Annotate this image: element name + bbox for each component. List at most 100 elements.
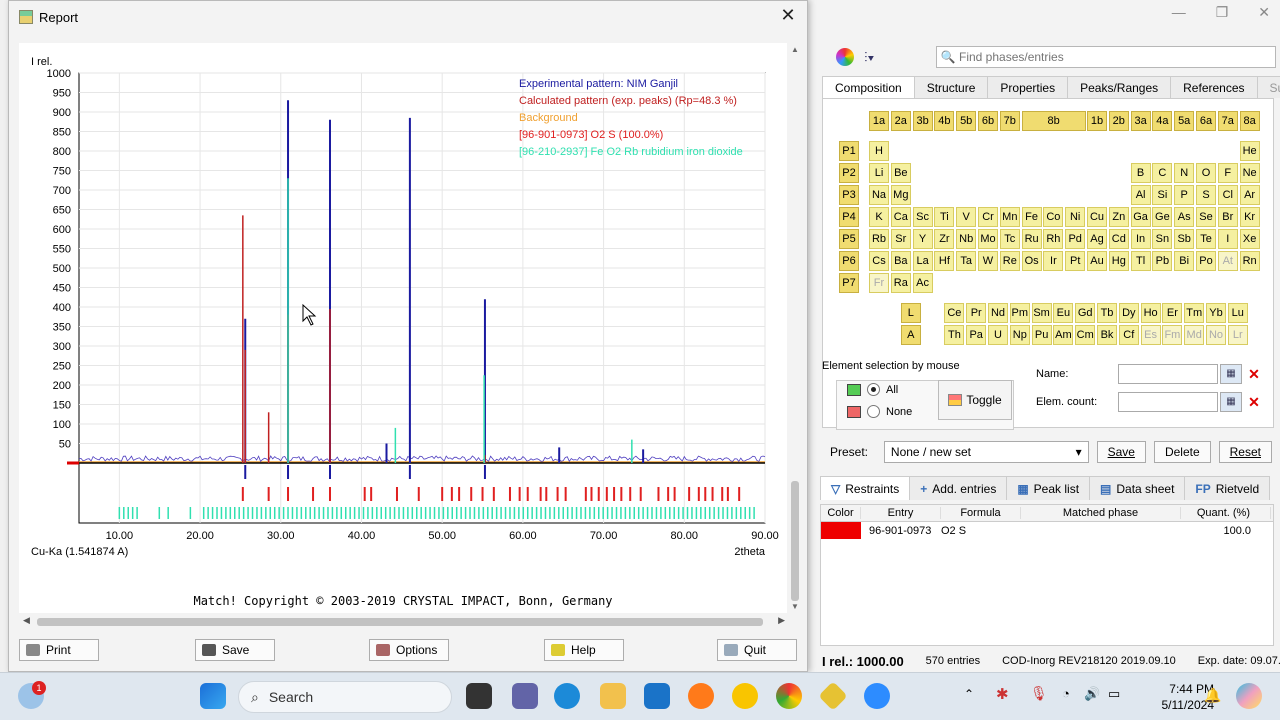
group-header-4a[interactable]: 4a: [1152, 111, 1173, 131]
element-He[interactable]: He: [1239, 141, 1260, 161]
period-label-P4[interactable]: P4: [839, 207, 859, 227]
col-matched-phase[interactable]: Matched phase: [1021, 507, 1181, 519]
element-Pd[interactable]: Pd: [1065, 229, 1086, 249]
col-entry[interactable]: Entry: [861, 507, 941, 519]
help-button[interactable]: Help: [544, 639, 624, 661]
element-Ho[interactable]: Ho: [1140, 303, 1161, 323]
element-Xe[interactable]: Xe: [1239, 229, 1260, 249]
element-Zr[interactable]: Zr: [934, 229, 955, 249]
element-K[interactable]: K: [869, 207, 889, 227]
element-Np[interactable]: Np: [1009, 325, 1030, 345]
group-header-7a[interactable]: 7a: [1217, 111, 1238, 131]
element-Mn[interactable]: Mn: [999, 207, 1020, 227]
element-Md[interactable]: Md: [1184, 325, 1205, 345]
close-icon[interactable]: ✕: [777, 5, 799, 26]
preset-select[interactable]: None / new set ▾: [883, 441, 1089, 463]
element-Ag[interactable]: Ag: [1087, 229, 1107, 249]
radio-all-row[interactable]: All: [847, 383, 898, 396]
period-label-P3[interactable]: P3: [839, 185, 859, 205]
element-Os[interactable]: Os: [1021, 251, 1042, 271]
horizontal-scrollbar[interactable]: ◀ ▶: [19, 615, 789, 629]
element-Bk[interactable]: Bk: [1097, 325, 1117, 345]
period-label-P1[interactable]: P1: [839, 141, 859, 161]
element-Ca[interactable]: Ca: [890, 207, 911, 227]
group-header-2a[interactable]: 2a: [890, 111, 911, 131]
element-Pr[interactable]: Pr: [966, 303, 987, 323]
group-header-6b[interactable]: 6b: [978, 111, 998, 131]
element-Ru[interactable]: Ru: [1021, 229, 1042, 249]
element-Cu[interactable]: Cu: [1087, 207, 1107, 227]
element-Ra[interactable]: Ra: [890, 273, 911, 293]
group-header-1b[interactable]: 1b: [1087, 111, 1107, 131]
element-Pu[interactable]: Pu: [1031, 325, 1052, 345]
element-Sb[interactable]: Sb: [1174, 229, 1195, 249]
col-color[interactable]: Color: [821, 507, 861, 519]
period-label-P7[interactable]: P7: [839, 273, 859, 293]
element-Ne[interactable]: Ne: [1239, 163, 1260, 183]
clear-icon[interactable]: ✕: [1244, 392, 1264, 412]
tray-chevron-icon[interactable]: ⌃: [964, 687, 974, 701]
element-Ni[interactable]: Ni: [1065, 207, 1086, 227]
element-Pb[interactable]: Pb: [1152, 251, 1173, 271]
quit-button[interactable]: Quit: [717, 639, 797, 661]
element-Er[interactable]: Er: [1162, 303, 1183, 323]
element-Kr[interactable]: Kr: [1239, 207, 1260, 227]
tab-add-entries[interactable]: + Add. entries: [909, 476, 1008, 500]
scroll-thumb[interactable]: [791, 481, 799, 601]
microphone-icon[interactable]: 🎙: [1030, 685, 1048, 702]
name-field[interactable]: [1118, 364, 1218, 384]
element-Tc[interactable]: Tc: [999, 229, 1020, 249]
copilot-icon[interactable]: [1236, 683, 1262, 709]
tab-data-sheet[interactable]: ▤ Data sheet: [1089, 476, 1186, 500]
options-button[interactable]: Options: [369, 639, 449, 661]
series-label-A[interactable]: A: [900, 325, 921, 345]
element-Pa[interactable]: Pa: [966, 325, 987, 345]
preset-delete-button[interactable]: Delete: [1153, 441, 1211, 463]
element-F[interactable]: F: [1217, 163, 1238, 183]
element-Tl[interactable]: Tl: [1130, 251, 1151, 271]
element-Fr[interactable]: Fr: [869, 273, 889, 293]
hscroll-thumb[interactable]: [37, 618, 763, 626]
tray-app-icon[interactable]: ✱: [996, 685, 1009, 703]
scroll-left-icon[interactable]: ◀: [23, 615, 30, 626]
element-Mg[interactable]: Mg: [890, 185, 911, 205]
maximize-icon[interactable]: ❐: [1216, 4, 1229, 21]
element-Te[interactable]: Te: [1196, 229, 1216, 249]
bell-icon[interactable]: 🔔: [1204, 687, 1221, 704]
element-Ac[interactable]: Ac: [912, 273, 933, 293]
scroll-down-icon[interactable]: ▼: [789, 602, 801, 611]
series-label-L[interactable]: L: [900, 303, 921, 323]
element-Eu[interactable]: Eu: [1053, 303, 1074, 323]
element-Ti[interactable]: Ti: [934, 207, 955, 227]
find-box[interactable]: 🔍: [936, 46, 1276, 68]
element-Be[interactable]: Be: [890, 163, 911, 183]
radio-none-row[interactable]: None: [847, 405, 912, 418]
save-button[interactable]: Save: [195, 639, 275, 661]
element-B[interactable]: B: [1130, 163, 1151, 183]
scroll-up-icon[interactable]: ▲: [789, 45, 801, 54]
file-explorer-icon[interactable]: [600, 683, 626, 709]
element-Li[interactable]: Li: [869, 163, 889, 183]
element-Cd[interactable]: Cd: [1108, 229, 1129, 249]
element-Si[interactable]: Si: [1152, 185, 1173, 205]
teams-icon[interactable]: [512, 683, 538, 709]
element-Pt[interactable]: Pt: [1065, 251, 1086, 271]
element-Sm[interactable]: Sm: [1031, 303, 1052, 323]
element-Gd[interactable]: Gd: [1075, 303, 1096, 323]
col-quant[interactable]: Quant. (%): [1181, 507, 1271, 519]
color-wheel-icon[interactable]: [836, 48, 854, 66]
element-Se[interactable]: Se: [1196, 207, 1216, 227]
element-Nd[interactable]: Nd: [988, 303, 1008, 323]
battery-icon[interactable]: ▭: [1108, 686, 1120, 702]
tab-composition[interactable]: Composition: [822, 76, 915, 98]
clear-icon[interactable]: ✕: [1244, 364, 1264, 384]
element-Cm[interactable]: Cm: [1075, 325, 1096, 345]
print-button[interactable]: Print: [19, 639, 99, 661]
element-Al[interactable]: Al: [1130, 185, 1151, 205]
radio-all[interactable]: [867, 383, 880, 396]
element-Fe[interactable]: Fe: [1021, 207, 1042, 227]
element-Y[interactable]: Y: [912, 229, 933, 249]
element-N[interactable]: N: [1174, 163, 1195, 183]
tab-subfiles[interactable]: Subfiles: [1256, 76, 1280, 98]
element-Mo[interactable]: Mo: [978, 229, 998, 249]
